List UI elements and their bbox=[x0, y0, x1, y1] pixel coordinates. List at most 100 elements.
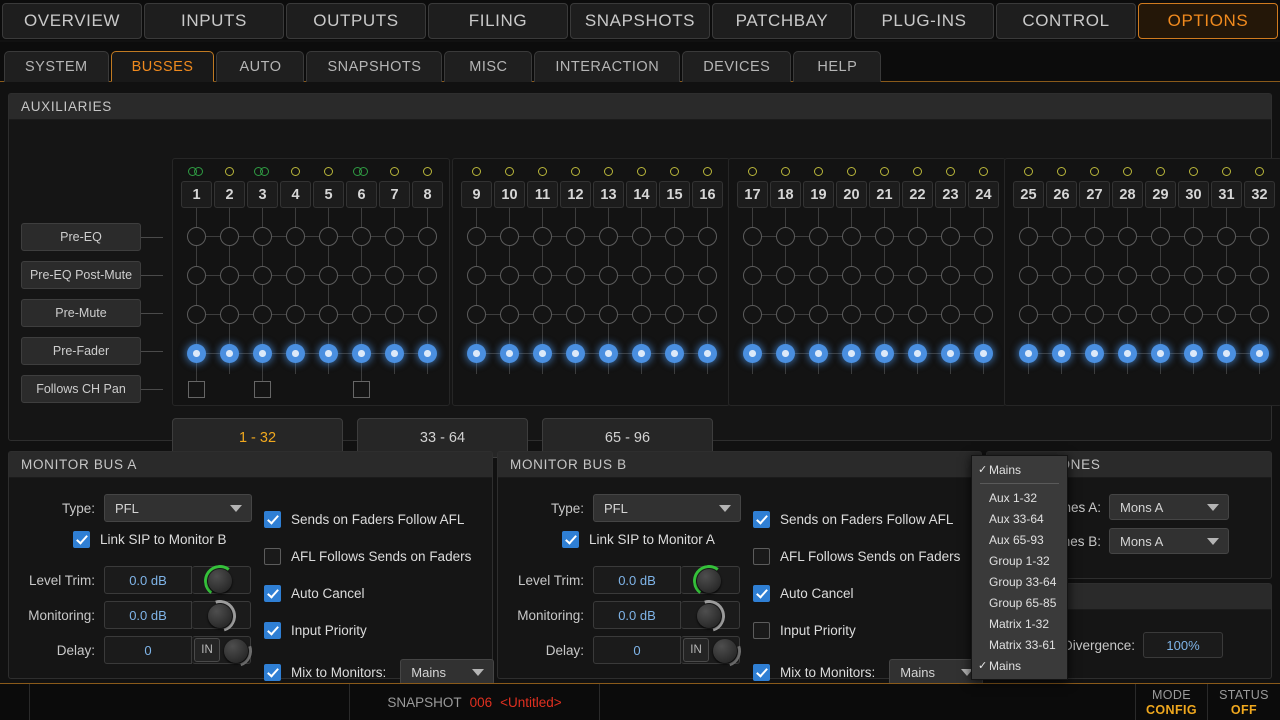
aux-mode-node[interactable] bbox=[220, 344, 239, 363]
aux-mode-node[interactable] bbox=[1085, 344, 1104, 363]
aux-mode-node[interactable] bbox=[1085, 266, 1104, 285]
aux-mode-node[interactable] bbox=[665, 266, 684, 285]
option-row-b-1[interactable]: AFL Follows Sends on Faders bbox=[753, 548, 960, 565]
aux-mode-node[interactable] bbox=[1217, 227, 1236, 246]
follows-ch-pan-checkbox[interactable] bbox=[187, 381, 205, 398]
aux-mode-node[interactable] bbox=[842, 227, 861, 246]
option-row-a-3[interactable]: Input Priority bbox=[264, 622, 367, 639]
dropdown-item[interactable]: Aux 33-64 bbox=[972, 508, 1067, 529]
delay-knob-a[interactable]: IN bbox=[192, 629, 258, 673]
topnav-filing[interactable]: FILING bbox=[428, 3, 568, 39]
aux-channel-number[interactable]: 20 bbox=[836, 181, 867, 208]
topnav-patchbay[interactable]: PATCHBAY bbox=[712, 3, 852, 39]
aux-channel-number[interactable]: 16 bbox=[692, 181, 723, 208]
dropdown-item[interactable]: Aux 1-32 bbox=[972, 487, 1067, 508]
follows-ch-pan-checkbox[interactable] bbox=[253, 381, 271, 398]
aux-mode-node[interactable] bbox=[1019, 266, 1038, 285]
aux-mode-node[interactable] bbox=[1151, 266, 1170, 285]
headphones-a-select[interactable]: Mons A bbox=[1109, 494, 1229, 520]
aux-channel-number[interactable]: 26 bbox=[1046, 181, 1077, 208]
aux-channel-number[interactable]: 9 bbox=[461, 181, 492, 208]
aux-channel-number[interactable]: 25 bbox=[1013, 181, 1044, 208]
aux-mode-node[interactable] bbox=[941, 227, 960, 246]
aux-mode-node[interactable] bbox=[599, 344, 618, 363]
aux-mode-node[interactable] bbox=[220, 305, 239, 324]
type-select-a[interactable]: PFL bbox=[104, 494, 252, 522]
aux-mode-node[interactable] bbox=[418, 305, 437, 324]
link-sip-checkbox-a[interactable] bbox=[73, 531, 90, 548]
aux-mode-node[interactable] bbox=[418, 227, 437, 246]
mode-button-follows-ch-pan[interactable]: Follows CH Pan bbox=[21, 375, 141, 403]
aux-mode-node[interactable] bbox=[533, 344, 552, 363]
aux-channel-number[interactable]: 19 bbox=[803, 181, 834, 208]
aux-mode-node[interactable] bbox=[1250, 344, 1269, 363]
dropdown-item[interactable]: ✓ Mains bbox=[972, 459, 1067, 480]
aux-mode-node[interactable] bbox=[467, 344, 486, 363]
topnav-outputs[interactable]: OUTPUTS bbox=[286, 3, 426, 39]
mode-button-pre-mute[interactable]: Pre-Mute bbox=[21, 299, 141, 327]
aux-channel-number[interactable]: 13 bbox=[593, 181, 624, 208]
aux-mode-node[interactable] bbox=[809, 305, 828, 324]
topnav-inputs[interactable]: INPUTS bbox=[144, 3, 284, 39]
monitoring-value-a[interactable]: 0.0 dB bbox=[104, 601, 192, 629]
aux-channel-number[interactable]: 14 bbox=[626, 181, 657, 208]
delay-in-button-b[interactable]: IN bbox=[683, 638, 709, 662]
aux-mode-node[interactable] bbox=[1250, 305, 1269, 324]
aux-mode-node[interactable] bbox=[319, 227, 338, 246]
aux-mode-node[interactable] bbox=[809, 227, 828, 246]
aux-channel-number[interactable]: 15 bbox=[659, 181, 690, 208]
mix-to-monitors-select-b[interactable]: Mains bbox=[889, 659, 984, 685]
aux-mode-node[interactable] bbox=[1217, 344, 1236, 363]
dropdown-item[interactable]: Group 65-85 bbox=[972, 592, 1067, 613]
aux-mode-node[interactable] bbox=[385, 266, 404, 285]
subnav-busses[interactable]: BUSSES bbox=[110, 51, 215, 82]
aux-channel-number[interactable]: 17 bbox=[737, 181, 768, 208]
topnav-options[interactable]: OPTIONS bbox=[1138, 3, 1278, 39]
aux-channel-number[interactable]: 7 bbox=[379, 181, 410, 208]
aux-mode-node[interactable] bbox=[319, 266, 338, 285]
subnav-interaction[interactable]: INTERACTION bbox=[534, 51, 681, 82]
aux-channel-number[interactable]: 32 bbox=[1244, 181, 1275, 208]
aux-mode-node[interactable] bbox=[187, 305, 206, 324]
aux-mode-node[interactable] bbox=[220, 227, 239, 246]
aux-mode-node[interactable] bbox=[743, 266, 762, 285]
aux-mode-node[interactable] bbox=[809, 266, 828, 285]
aux-mode-node[interactable] bbox=[974, 266, 993, 285]
aux-mode-node[interactable] bbox=[533, 266, 552, 285]
aux-mode-node[interactable] bbox=[352, 305, 371, 324]
aux-mode-node[interactable] bbox=[776, 305, 795, 324]
aux-mode-node[interactable] bbox=[253, 227, 272, 246]
follows-ch-pan-checkbox[interactable] bbox=[352, 381, 370, 398]
aux-mode-node[interactable] bbox=[566, 344, 585, 363]
aux-mode-node[interactable] bbox=[187, 227, 206, 246]
monitoring-value-b[interactable]: 0.0 dB bbox=[593, 601, 681, 629]
aux-channel-number[interactable]: 8 bbox=[412, 181, 443, 208]
aux-mode-node[interactable] bbox=[352, 266, 371, 285]
aux-mode-node[interactable] bbox=[253, 305, 272, 324]
monitoring-knob-a[interactable] bbox=[192, 594, 251, 638]
aux-mode-node[interactable] bbox=[1250, 227, 1269, 246]
aux-mode-node[interactable] bbox=[743, 305, 762, 324]
aux-mode-node[interactable] bbox=[698, 227, 717, 246]
dropdown-item[interactable]: Matrix 1-32 bbox=[972, 613, 1067, 634]
monitoring-knob-b[interactable] bbox=[681, 594, 740, 638]
mix-to-monitors-dropdown-menu[interactable]: ✓ Mains Aux 1-32 Aux 33-64 Aux 65-93 Group 1-… bbox=[971, 455, 1068, 680]
aux-channel-number[interactable]: 28 bbox=[1112, 181, 1143, 208]
aux-mode-node[interactable] bbox=[1118, 227, 1137, 246]
aux-channel-number[interactable]: 6 bbox=[346, 181, 377, 208]
aux-mode-node[interactable] bbox=[599, 305, 618, 324]
option-checkbox-b-0[interactable] bbox=[753, 511, 770, 528]
delay-value-b[interactable]: 0 bbox=[593, 636, 681, 664]
aux-mode-node[interactable] bbox=[1052, 344, 1071, 363]
aux-mode-node[interactable] bbox=[1019, 227, 1038, 246]
aux-channel-number[interactable]: 30 bbox=[1178, 181, 1209, 208]
aux-mode-node[interactable] bbox=[698, 344, 717, 363]
topnav-control[interactable]: CONTROL bbox=[996, 3, 1136, 39]
option-row-b-3[interactable]: Input Priority bbox=[753, 622, 856, 639]
aux-mode-node[interactable] bbox=[1217, 266, 1236, 285]
aux-mode-node[interactable] bbox=[286, 266, 305, 285]
option-checkbox-a-2[interactable] bbox=[264, 585, 281, 602]
aux-channel-number[interactable]: 21 bbox=[869, 181, 900, 208]
aux-mode-node[interactable] bbox=[319, 305, 338, 324]
aux-mode-node[interactable] bbox=[1184, 266, 1203, 285]
